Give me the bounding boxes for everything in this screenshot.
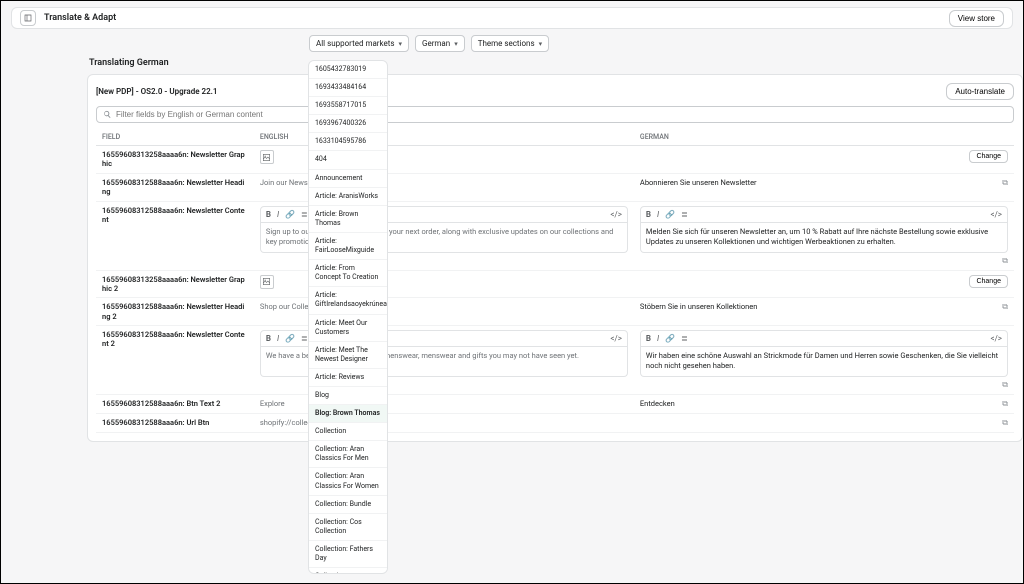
search-field[interactable] <box>96 106 1014 123</box>
list-icon: ≣ <box>681 334 688 343</box>
sidebar-item[interactable]: Article: Meet Our Customers <box>309 315 387 342</box>
sidebar-item[interactable]: Collection <box>309 423 387 441</box>
fields-table: FIELD ENGLISH GERMAN 16559608313258aaaa6… <box>96 129 1014 433</box>
filter-bar: All supported markets German Theme secti… <box>1 29 1023 58</box>
translation-panel: [New PDP] - OS2.0 - Upgrade 22.1 Auto-tr… <box>87 74 1023 442</box>
sidebar-item[interactable]: Blog: Brown Thomas <box>309 405 387 423</box>
filter-markets[interactable]: All supported markets <box>309 35 409 52</box>
rte-toolbar[interactable]: BI 🔗 ≣ </> <box>640 206 1008 223</box>
sidebar-item[interactable]: Collection: Aran Classics For Women <box>309 468 387 495</box>
sidebar-item[interactable]: Article: Reviews <box>309 369 387 387</box>
code-icon: </> <box>990 334 1002 343</box>
link-icon: 🔗 <box>285 334 295 343</box>
bold-icon: B <box>266 334 271 343</box>
copy-icon[interactable]: ⧉ <box>1002 380 1008 390</box>
search-icon <box>103 110 112 119</box>
field-label: 16559608312588aaa6n: Newsletter Content … <box>102 330 248 349</box>
sidebar-item[interactable]: Article: Meet The Newest Designer <box>309 342 387 369</box>
auto-translate-button[interactable]: Auto-translate <box>946 83 1014 100</box>
italic-icon: I <box>277 210 279 219</box>
sidebar-item[interactable]: Collection: Fathers Day <box>309 541 387 568</box>
sidebar-item[interactable]: Announcement <box>309 170 387 188</box>
sidebar-item[interactable]: Article: From Concept To Creation <box>309 260 387 287</box>
link-icon: 🔗 <box>665 210 675 219</box>
sidebar-item[interactable]: 1605432783019 <box>309 61 387 79</box>
field-label: 16559608313258aaaa6n: Newsletter Graphic… <box>102 275 248 294</box>
table-row: 16559608313258aaaa6n: Newsletter Graphic… <box>96 146 1014 174</box>
copy-icon[interactable]: ⧉ <box>1002 256 1008 266</box>
field-label: 16559608312588aaa6n: Newsletter Heading <box>102 178 248 197</box>
copy-icon[interactable]: ⧉ <box>1002 302 1008 312</box>
table-row: 16559608312588aaa6n: Newsletter Heading … <box>96 298 1014 326</box>
copy-icon[interactable]: ⧉ <box>1002 399 1008 409</box>
table-row: 16559608312588aaa6n: Newsletter Content B… <box>96 201 1014 270</box>
sidebar-item[interactable]: Article: AranisWorks <box>309 188 387 206</box>
english-text: Explore <box>260 399 285 408</box>
code-icon: </> <box>610 210 622 219</box>
sidebar-item[interactable]: Article: Brown Thomas <box>309 206 387 233</box>
rte-content[interactable]: Wir haben eine schöne Auswahl an Strickm… <box>640 347 1008 377</box>
sidebar-toggle-icon[interactable] <box>20 10 36 26</box>
sidebar-item[interactable]: Article: GiftIrelandsaoyekrúnead <box>309 287 387 314</box>
change-button[interactable]: Change <box>969 150 1008 163</box>
field-label: 16559608312588aaa6n: Btn Text 2 <box>102 399 248 408</box>
table-row: 16559608312588aaa6n: Newsletter HeadingJ… <box>96 173 1014 201</box>
field-label: 16559608313258aaaa6n: Newsletter Graphic <box>102 150 248 169</box>
sidebar-item[interactable]: 404 <box>309 151 387 169</box>
list-icon: ≣ <box>301 334 308 343</box>
field-label: 16559608312588aaa6n: Newsletter Content <box>102 206 248 225</box>
sidebar-item[interactable]: 1693558717015 <box>309 97 387 115</box>
image-placeholder-icon <box>260 150 274 164</box>
field-label: 16559608312588aaa6n: Url Btn <box>102 418 248 427</box>
table-row: 16559608313258aaaa6n: Newsletter Graphic… <box>96 270 1014 298</box>
copy-icon[interactable]: ⧉ <box>1002 178 1008 188</box>
german-text[interactable]: Stöbern Sie in unseren Kollektionen <box>640 302 757 311</box>
filter-scope[interactable]: Theme sections <box>471 35 549 52</box>
german-text[interactable]: Abonnieren Sie unseren Newsletter <box>640 178 757 187</box>
sidebar-item[interactable]: Blog <box>309 387 387 405</box>
code-icon: </> <box>610 334 622 343</box>
link-icon: 🔗 <box>665 334 675 343</box>
sidebar-item[interactable]: Collection: Cos Collection <box>309 514 387 541</box>
panel-title: [New PDP] - OS2.0 - Upgrade 22.1 <box>96 87 217 96</box>
breadcrumb: Translating German <box>89 58 1023 68</box>
italic-icon: I <box>657 210 659 219</box>
rte-toolbar[interactable]: BI 🔗 ≣ </> <box>640 330 1008 347</box>
search-input[interactable] <box>116 110 1007 119</box>
bold-icon: B <box>266 210 271 219</box>
italic-icon: I <box>657 334 659 343</box>
sidebar-item[interactable]: Collection: Bundle <box>309 496 387 514</box>
image-placeholder-icon <box>260 275 274 289</box>
italic-icon: I <box>277 334 279 343</box>
field-label: 16559608312588aaa6n: Newsletter Heading … <box>102 302 248 321</box>
sidebar-item[interactable]: 1693433484164 <box>309 79 387 97</box>
code-icon: </> <box>990 210 1002 219</box>
copy-icon[interactable]: ⧉ <box>1002 418 1008 428</box>
resource-sidebar[interactable]: 1605432783019169343348416416935587170151… <box>308 60 388 574</box>
col-german: GERMAN <box>634 129 1014 146</box>
rte-content[interactable]: Melden Sie sich für unseren Newsletter a… <box>640 223 1008 253</box>
sidebar-item[interactable]: 1693967400326 <box>309 115 387 133</box>
list-icon: ≣ <box>681 210 688 219</box>
sidebar-item[interactable]: Article: FairLooseMixguide <box>309 233 387 260</box>
table-row: 16559608312588aaa6n: Btn Text 2 Explore En… <box>96 395 1014 414</box>
sidebar-item[interactable]: 1633104595786 <box>309 133 387 151</box>
topbar: Translate & Adapt View store <box>11 7 1013 29</box>
table-row: 16559608312588aaa6n: Newsletter Content … <box>96 326 1014 395</box>
change-button[interactable]: Change <box>969 275 1008 288</box>
filter-language[interactable]: German <box>415 35 465 52</box>
bold-icon: B <box>646 334 651 343</box>
sidebar-item[interactable]: Collection: Loungewear <box>309 568 387 574</box>
view-store-button[interactable]: View store <box>949 10 1004 27</box>
bold-icon: B <box>646 210 651 219</box>
table-row: 16559608312588aaa6n: Url Btnshopify://co… <box>96 414 1014 433</box>
link-icon: 🔗 <box>285 210 295 219</box>
list-icon: ≣ <box>301 210 308 219</box>
col-field: FIELD <box>96 129 254 146</box>
app-title: Translate & Adapt <box>44 13 116 23</box>
german-text[interactable]: Entdecken <box>640 399 675 408</box>
sidebar-item[interactable]: Collection: Aran Classics For Men <box>309 441 387 468</box>
